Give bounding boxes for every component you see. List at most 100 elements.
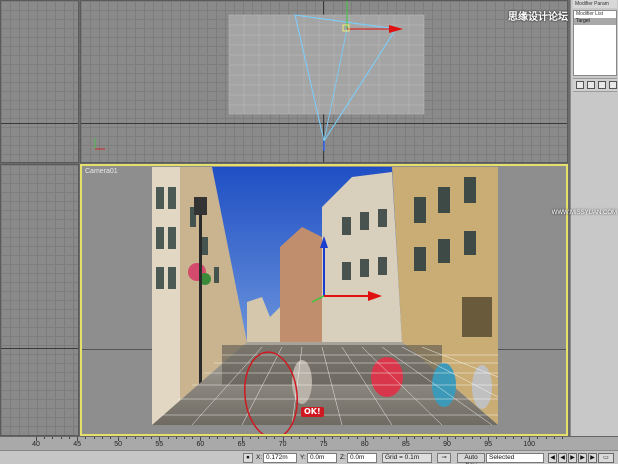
grid-size-display: Grid = 0.1m <box>382 453 432 463</box>
viewport-camera[interactable]: Camera01 OK! <box>80 164 568 436</box>
make-unique-icon[interactable] <box>598 81 606 89</box>
ruler-minor-tick <box>331 437 333 439</box>
ruler-minor-tick <box>299 437 301 439</box>
ruler-minor-tick <box>183 437 185 439</box>
show-end-result-icon[interactable] <box>587 81 595 89</box>
command-panel: Modifier Param Modifier List Target <box>570 0 618 436</box>
watermark-logo: 思缘设计论坛 <box>508 12 568 23</box>
ruler-minor-tick <box>389 437 391 439</box>
ruler-tick-label: 55 <box>155 441 164 448</box>
ruler-minor-tick <box>512 437 514 439</box>
z-coord-field[interactable]: 0.0m <box>347 453 377 463</box>
ruler-minor-tick <box>52 437 54 439</box>
ruler-minor-tick <box>430 437 432 439</box>
pin-stack-icon[interactable] <box>576 81 584 89</box>
ruler-tick-label: 70 <box>278 441 287 448</box>
command-panel-header: Modifier Param <box>573 0 617 8</box>
ruler-minor-tick <box>414 437 416 439</box>
ruler-minor-tick <box>192 437 194 439</box>
time-ruler[interactable]: 40 45 50 55 60 65 70 75 80 85 90 95 100 <box>0 436 618 450</box>
max-workspace: Camera01 OK! Modifier Param Modifier Lis… <box>0 0 618 464</box>
ruler-minor-tick <box>381 437 383 439</box>
ruler-minor-tick <box>68 437 70 439</box>
ruler-minor-tick <box>537 437 539 439</box>
y-coord-field[interactable]: 0.0m <box>307 453 337 463</box>
ruler-minor-tick <box>315 437 317 439</box>
ruler-minor-tick <box>109 437 111 439</box>
ruler-minor-tick <box>257 437 259 439</box>
lock-selection-icon[interactable]: ● <box>243 453 253 463</box>
previous-frame-icon[interactable]: ◀ <box>558 453 567 463</box>
viewport-label[interactable]: Camera01 <box>85 168 118 175</box>
grid-axis-line <box>1 123 78 124</box>
watermark-url: WWW.MISSYUAN.COM <box>551 210 617 216</box>
ruler-minor-tick <box>479 437 481 439</box>
annotation-ok-badge: OK! <box>301 407 324 417</box>
remove-modifier-icon[interactable] <box>609 81 617 89</box>
viewport-top-left[interactable] <box>0 0 79 163</box>
next-frame-icon[interactable]: ▶ <box>578 453 587 463</box>
ruler-tick-label: 65 <box>237 441 246 448</box>
play-icon[interactable]: ▶ <box>568 453 577 463</box>
ruler-minor-tick <box>101 437 103 439</box>
z-coord-label: Z: <box>340 454 346 461</box>
ruler-minor-tick <box>44 437 46 439</box>
ruler-minor-tick <box>93 437 95 439</box>
ruler-minor-tick <box>340 437 342 439</box>
ruler-minor-tick <box>225 437 227 439</box>
y-coord-label: Y: <box>300 454 306 461</box>
key-icon[interactable]: ⊸ <box>437 453 451 463</box>
ruler-minor-tick <box>249 437 251 439</box>
ruler-tick-label: 40 <box>32 441 40 448</box>
ruler-minor-tick <box>373 437 375 439</box>
ruler-tick-label: 100 <box>523 441 536 448</box>
ruler-minor-tick <box>216 437 218 439</box>
modifier-stack[interactable]: Modifier List Target <box>573 10 617 76</box>
ruler-minor-tick <box>545 437 547 439</box>
ruler-minor-tick <box>233 437 235 439</box>
ruler-minor-tick <box>290 437 292 439</box>
ruler-tick-label: 90 <box>443 441 451 448</box>
ruler-minor-tick <box>134 437 136 439</box>
background-photo <box>152 167 498 425</box>
modifier-stack-item[interactable]: Target <box>574 18 616 25</box>
ruler-minor-tick <box>167 437 169 439</box>
x-coord-field[interactable]: 0.172m <box>263 453 297 463</box>
ruler-tick-label: 45 <box>73 441 81 448</box>
ruler-tick-label: 60 <box>196 441 205 448</box>
ruler-minor-tick <box>397 437 399 439</box>
ruler-minor-tick <box>348 437 350 439</box>
ruler-minor-tick <box>471 437 473 439</box>
key-filter-select[interactable]: Selected <box>486 453 544 463</box>
ruler-tick-label: 75 <box>319 441 328 448</box>
ruler-minor-tick <box>266 437 268 439</box>
ruler-minor-tick <box>422 437 424 439</box>
grid-axis-line <box>1 348 78 349</box>
viewport-bottom-left[interactable] <box>0 164 79 436</box>
ruler-minor-tick <box>553 437 555 439</box>
ruler-tick-label: 50 <box>114 441 123 448</box>
go-to-end-icon[interactable]: ▶ <box>588 453 597 463</box>
ruler-minor-tick <box>85 437 87 439</box>
ruler-minor-tick <box>504 437 506 439</box>
ruler-minor-tick <box>463 437 465 439</box>
key-mode-icon[interactable]: ▭ <box>598 453 614 463</box>
ruler-minor-tick <box>126 437 128 439</box>
go-to-start-icon[interactable]: ◀ <box>548 453 557 463</box>
ruler-minor-tick <box>438 437 440 439</box>
ruler-minor-tick <box>274 437 276 439</box>
camera-frustum[interactable] <box>81 1 568 163</box>
ruler-minor-tick <box>60 437 62 439</box>
ruler-tick-label: 85 <box>401 441 410 448</box>
ruler-tick-label: 80 <box>360 441 369 448</box>
ruler-minor-tick <box>208 437 210 439</box>
ruler-minor-tick <box>142 437 144 439</box>
auto-key-button[interactable]: Auto Key <box>457 453 485 464</box>
status-bar: ● X: 0.172m Y: 0.0m Z: 0.0m Grid = 0.1m … <box>0 450 618 464</box>
ruler-minor-tick <box>520 437 522 439</box>
viewport-top[interactable] <box>80 0 568 163</box>
modifier-list-dropdown[interactable]: Modifier List <box>574 11 616 18</box>
ruler-minor-tick <box>307 437 309 439</box>
stack-tools <box>573 78 617 92</box>
ruler-minor-tick <box>175 437 177 439</box>
